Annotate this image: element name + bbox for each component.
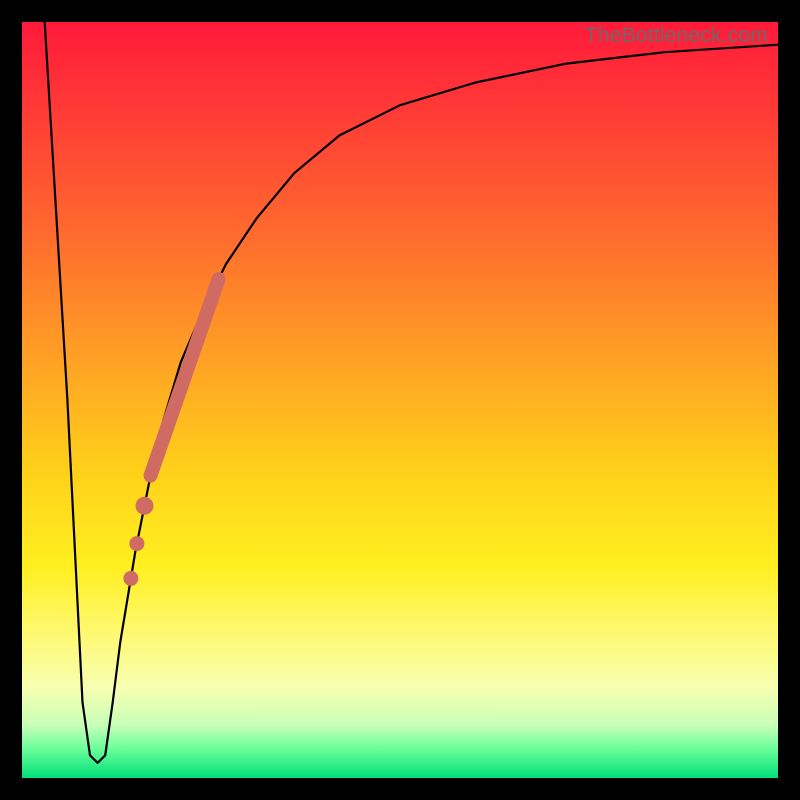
highlight-bar xyxy=(151,279,219,476)
bottleneck-curve xyxy=(45,22,778,763)
chart-frame: TheBottleneck.com xyxy=(0,0,800,800)
plot-area: TheBottleneck.com xyxy=(22,22,778,778)
highlight-dot xyxy=(123,571,138,586)
highlight-dots xyxy=(123,497,153,586)
highlight-dot xyxy=(136,497,154,515)
chart-svg xyxy=(22,22,778,778)
highlight-dot xyxy=(129,536,144,551)
